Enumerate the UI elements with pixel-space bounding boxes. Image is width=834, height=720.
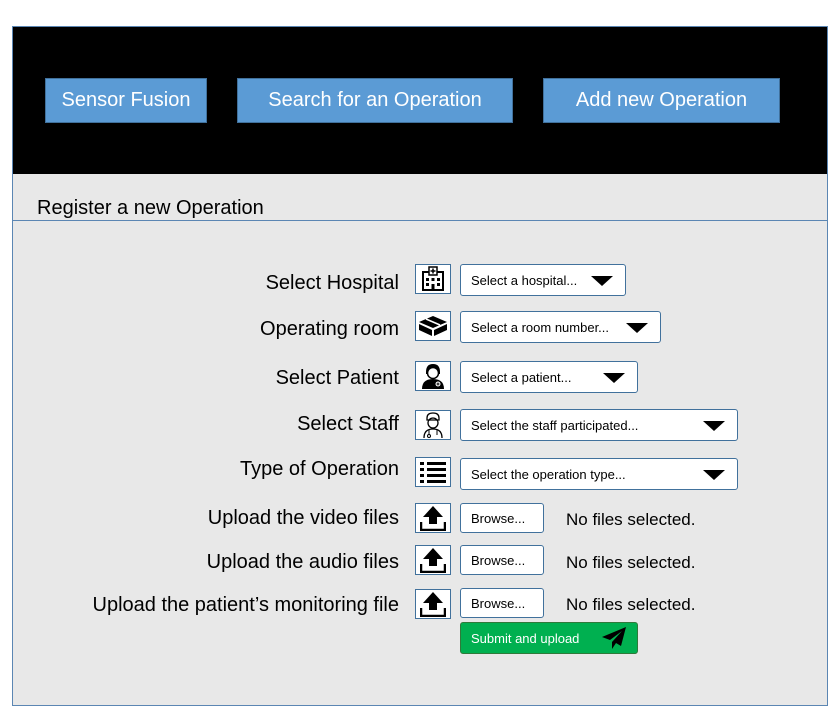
video-upload-label: Upload the video files [207, 507, 399, 529]
chevron-down-icon [703, 470, 725, 480]
hospital-select[interactable]: Select a hospital... [460, 264, 626, 296]
staff-select-value: Select the staff participated... [471, 417, 639, 433]
staff-select[interactable]: Select the staff participated... [460, 409, 738, 441]
chevron-down-icon [603, 373, 625, 383]
monitoring-upload-label: Upload the patient’s monitoring file [92, 594, 399, 616]
room-select-value: Select a room number... [471, 319, 610, 335]
monitoring-browse-button[interactable]: Browse... [460, 588, 544, 618]
audio-browse-button[interactable]: Browse... [460, 545, 544, 575]
video-file-status: No files selected. [566, 510, 696, 529]
operation-type-label: Type of Operation [240, 458, 399, 480]
room-icon [415, 311, 451, 341]
audio-upload-label: Upload the audio files [206, 551, 399, 573]
list-icon [415, 457, 451, 487]
video-browse-button[interactable]: Browse... [460, 503, 544, 533]
upload-icon [415, 545, 451, 575]
operation-type-select[interactable]: Select the operation type... [460, 458, 738, 490]
chevron-down-icon [626, 323, 648, 333]
submit-upload-label: Submit and upload [471, 630, 580, 646]
audio-file-status: No files selected. [566, 553, 696, 572]
hospital-label: Select Hospital [265, 272, 399, 294]
patient-select[interactable]: Select a patient... [460, 361, 638, 393]
chevron-down-icon [703, 421, 725, 431]
staff-label: Select Staff [297, 413, 399, 435]
chevron-down-icon [591, 276, 613, 286]
patient-icon [415, 361, 451, 391]
paper-plane-icon [601, 626, 627, 653]
patient-select-value: Select a patient... [471, 369, 572, 385]
form-area: Select Hospital Select a hospital... Ope… [13, 0, 827, 720]
staff-icon [415, 410, 451, 440]
upload-icon [415, 589, 451, 619]
hospital-select-value: Select a hospital... [471, 272, 578, 288]
monitoring-file-status: No files selected. [566, 595, 696, 614]
hospital-icon [415, 264, 451, 294]
room-label: Operating room [260, 318, 399, 340]
upload-icon [415, 503, 451, 533]
operation-type-select-value: Select the operation type... [471, 466, 626, 482]
patient-label: Select Patient [275, 367, 399, 389]
room-select[interactable]: Select a room number... [460, 311, 661, 343]
submit-upload-button[interactable]: Submit and upload [460, 622, 638, 654]
